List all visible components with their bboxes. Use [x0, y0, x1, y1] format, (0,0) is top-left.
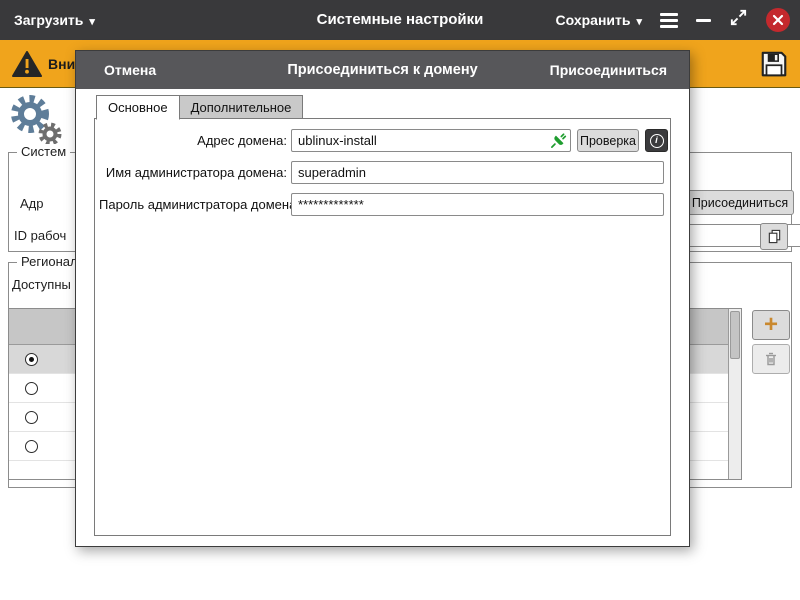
admin-password-input[interactable] [291, 193, 664, 216]
chevron-down-icon: ▾ [89, 15, 95, 28]
tab-additional[interactable]: Дополнительное [180, 95, 304, 119]
expand-arrows-icon [729, 8, 748, 27]
available-languages-label: Доступны [12, 277, 71, 292]
minimize-button[interactable] [696, 19, 711, 22]
dialog-tabs: Основное Дополнительное [96, 95, 303, 119]
load-menu-label: Загрузить [14, 12, 83, 28]
save-menu-button[interactable]: Сохранить ▾ [556, 12, 643, 28]
admin-password-label: Пароль администратора домена: [99, 193, 287, 216]
regional-groupbox-legend: Регионал [17, 254, 82, 269]
topbar-actions: Сохранить ▾ [556, 0, 791, 40]
dialog-header: Отмена Присоединиться к домену Присоедин… [76, 51, 689, 89]
domain-address-label: Адрес домена: [99, 129, 287, 152]
address-label: Адр [20, 196, 44, 211]
copy-icon [767, 229, 782, 244]
radio-button[interactable] [25, 382, 38, 395]
check-button[interactable]: Проверка [577, 129, 639, 152]
chevron-down-icon: ▾ [636, 15, 642, 28]
info-button[interactable]: i [645, 129, 668, 152]
dialog-panel: Адрес домена: Проверка i [94, 118, 671, 536]
admin-name-input[interactable] [291, 161, 664, 184]
domain-address-input[interactable] [291, 129, 571, 152]
warning-icon [12, 50, 42, 78]
workstation-id-label: ID рабоч [14, 228, 66, 243]
dialog-join-button[interactable]: Присоединиться [550, 51, 667, 89]
join-domain-button[interactable]: Присоединиться [686, 190, 794, 215]
save-menu-label: Сохранить [556, 12, 631, 28]
close-button[interactable] [766, 8, 790, 32]
close-icon [772, 14, 784, 26]
scrollbar-thumb[interactable] [730, 311, 740, 359]
remove-language-button[interactable] [752, 344, 790, 374]
admin-name-label: Имя администратора домена: [99, 161, 287, 184]
hamburger-menu-icon[interactable] [660, 13, 678, 28]
dialog-cancel-button[interactable]: Отмена [104, 51, 156, 89]
copy-button[interactable] [760, 223, 788, 250]
app-window: Загрузить ▾ Системные настройки Сохранит… [0, 0, 800, 600]
admin-name-row: Имя администратора домена: [95, 161, 670, 184]
floppy-save-icon [759, 48, 789, 80]
top-toolbar: Загрузить ▾ Системные настройки Сохранит… [0, 0, 800, 40]
system-groupbox-legend: Систем [17, 144, 70, 159]
join-domain-dialog: Отмена Присоединиться к домену Присоедин… [75, 50, 690, 547]
load-menu-button[interactable]: Загрузить ▾ [14, 0, 95, 40]
radio-button[interactable] [25, 440, 38, 453]
domain-address-row: Адрес домена: Проверка i [95, 129, 670, 152]
table-scrollbar[interactable] [728, 309, 741, 479]
connection-ok-plug-icon [550, 132, 567, 149]
add-language-button[interactable]: + [752, 310, 790, 340]
trash-icon [763, 351, 779, 367]
info-icon: i [650, 134, 664, 148]
radio-button[interactable] [25, 411, 38, 424]
tab-basic[interactable]: Основное [96, 95, 180, 120]
fullscreen-button[interactable] [729, 8, 748, 32]
admin-password-row: Пароль администратора домена: [95, 193, 670, 216]
banner-save-button[interactable] [756, 45, 792, 83]
radio-button-checked[interactable] [25, 353, 38, 366]
